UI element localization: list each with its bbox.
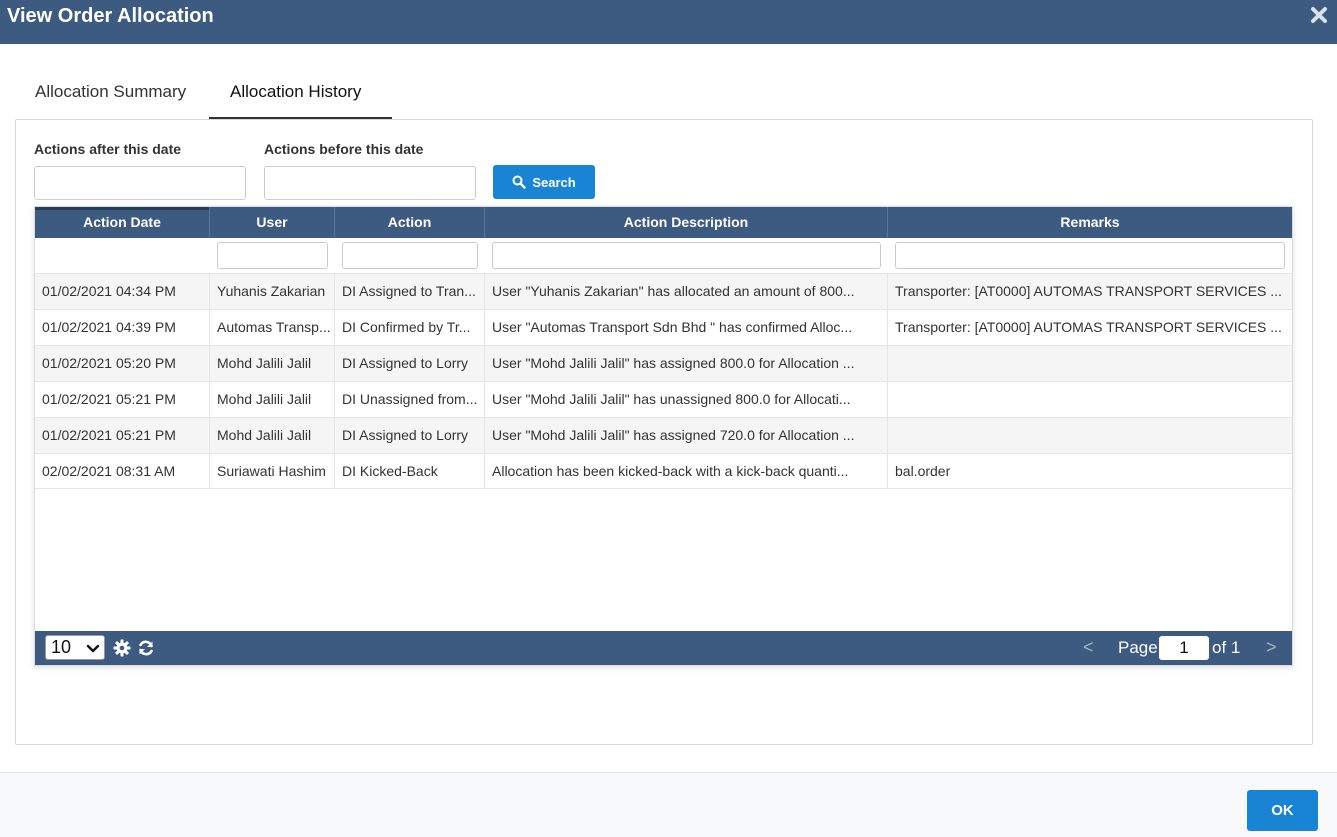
remarks-filter-input[interactable] xyxy=(895,242,1285,269)
search-icon xyxy=(512,175,527,189)
cell-user: Mohd Jalili Jalil xyxy=(210,382,335,417)
cell-action: DI Assigned to Lorry xyxy=(335,346,485,381)
table-row[interactable]: 01/02/2021 05:20 PM Mohd Jalili Jalil DI… xyxy=(35,345,1292,381)
prev-page-button[interactable]: < xyxy=(1083,637,1094,658)
close-icon[interactable] xyxy=(1309,5,1329,25)
page-size-value: 10 xyxy=(51,637,72,657)
page-number-input[interactable]: 1 xyxy=(1159,636,1209,660)
refresh-icon[interactable] xyxy=(137,639,155,657)
after-date-label: Actions after this date xyxy=(34,141,182,157)
cell-remarks xyxy=(888,418,1292,453)
description-filter-input[interactable] xyxy=(492,242,881,269)
table-row[interactable]: 01/02/2021 04:34 PM Yuhanis Zakarian DI … xyxy=(35,273,1292,309)
table-row[interactable]: 01/02/2021 05:21 PM Mohd Jalili Jalil DI… xyxy=(35,417,1292,453)
cell-action: DI Confirmed by Tr... xyxy=(335,310,485,345)
search-button[interactable]: Search xyxy=(493,165,595,199)
search-button-label: Search xyxy=(532,174,576,190)
cell-user: Automas Transp... xyxy=(210,310,335,345)
page-label: Page xyxy=(1118,638,1158,657)
ok-button[interactable]: OK xyxy=(1247,790,1318,831)
cell-description: User "Automas Transport Sdn Bhd " has co… xyxy=(485,310,888,345)
cell-user: Mohd Jalili Jalil xyxy=(210,418,335,453)
next-page-button[interactable]: > xyxy=(1266,637,1277,658)
after-date-input[interactable] xyxy=(34,166,246,200)
cell-action-date: 02/02/2021 08:31 AM xyxy=(35,454,210,489)
history-grid: Action Date User Action Action Descripti… xyxy=(34,206,1293,666)
cell-description: User "Mohd Jalili Jalil" has assigned 80… xyxy=(485,346,888,381)
table-row[interactable]: 01/02/2021 04:39 PM Automas Transp... DI… xyxy=(35,309,1292,345)
grid-header: Action Date User Action Action Descripti… xyxy=(35,207,1292,238)
cell-action-date: 01/02/2021 05:21 PM xyxy=(35,382,210,417)
column-header-action-description[interactable]: Action Description xyxy=(485,207,888,238)
column-header-remarks[interactable]: Remarks xyxy=(888,207,1292,238)
table-row[interactable]: 02/02/2021 08:31 AM Suriawati Hashim DI … xyxy=(35,453,1292,489)
chevron-down-icon xyxy=(86,644,100,653)
before-date-input[interactable] xyxy=(264,166,476,200)
user-filter-input[interactable] xyxy=(217,242,328,269)
cell-description: User "Mohd Jalili Jalil" has unassigned … xyxy=(485,382,888,417)
cell-remarks: Transporter: [AT0000] AUTOMAS TRANSPORT … xyxy=(895,283,1282,299)
page-total-label: of 1 xyxy=(1212,638,1241,657)
grid-pager: 10 < Page 1 of 1 > xyxy=(35,631,1292,665)
tab-allocation-history[interactable]: Allocation History xyxy=(230,82,361,102)
cell-action-date: 01/02/2021 04:34 PM xyxy=(35,274,210,309)
cell-remarks xyxy=(888,382,1292,417)
column-header-action[interactable]: Action xyxy=(335,207,485,238)
cell-action: DI Unassigned from... xyxy=(335,382,485,417)
cell-user: Suriawati Hashim xyxy=(210,454,335,489)
cell-user: Yuhanis Zakarian xyxy=(210,274,335,309)
cell-action: DI Kicked-Back xyxy=(335,454,485,489)
cell-action: DI Assigned to Tran... xyxy=(335,274,485,309)
column-header-user[interactable]: User xyxy=(210,207,335,238)
cell-action-date: 01/02/2021 04:39 PM xyxy=(35,310,210,345)
grid-filter-row xyxy=(35,238,1292,273)
cell-description: Allocation has been kicked-back with a k… xyxy=(485,454,888,489)
cell-user: Mohd Jalili Jalil xyxy=(210,346,335,381)
cell-remarks xyxy=(888,346,1292,381)
cell-remarks: bal.order xyxy=(895,463,951,479)
dialog-footer xyxy=(0,772,1337,837)
cell-action-date: 01/02/2021 05:20 PM xyxy=(35,346,210,381)
action-filter-input[interactable] xyxy=(342,242,478,269)
cell-description: User "Mohd Jalili Jalil" has assigned 72… xyxy=(485,418,888,453)
before-date-label: Actions before this date xyxy=(264,141,424,157)
tab-allocation-summary[interactable]: Allocation Summary xyxy=(35,82,186,102)
cell-description: User "Yuhanis Zakarian" has allocated an… xyxy=(485,274,888,309)
cell-action: DI Assigned to Lorry xyxy=(335,418,485,453)
page-size-select[interactable]: 10 xyxy=(45,635,105,660)
gear-icon[interactable] xyxy=(113,639,131,657)
column-header-action-date[interactable]: Action Date xyxy=(35,207,210,238)
cell-remarks: Transporter: [AT0000] AUTOMAS TRANSPORT … xyxy=(895,319,1282,335)
cell-action-date: 01/02/2021 05:21 PM xyxy=(35,418,210,453)
dialog-title: View Order Allocation xyxy=(7,5,214,27)
dialog-titlebar: View Order Allocation xyxy=(0,0,1337,44)
table-row[interactable]: 01/02/2021 05:21 PM Mohd Jalili Jalil DI… xyxy=(35,381,1292,417)
